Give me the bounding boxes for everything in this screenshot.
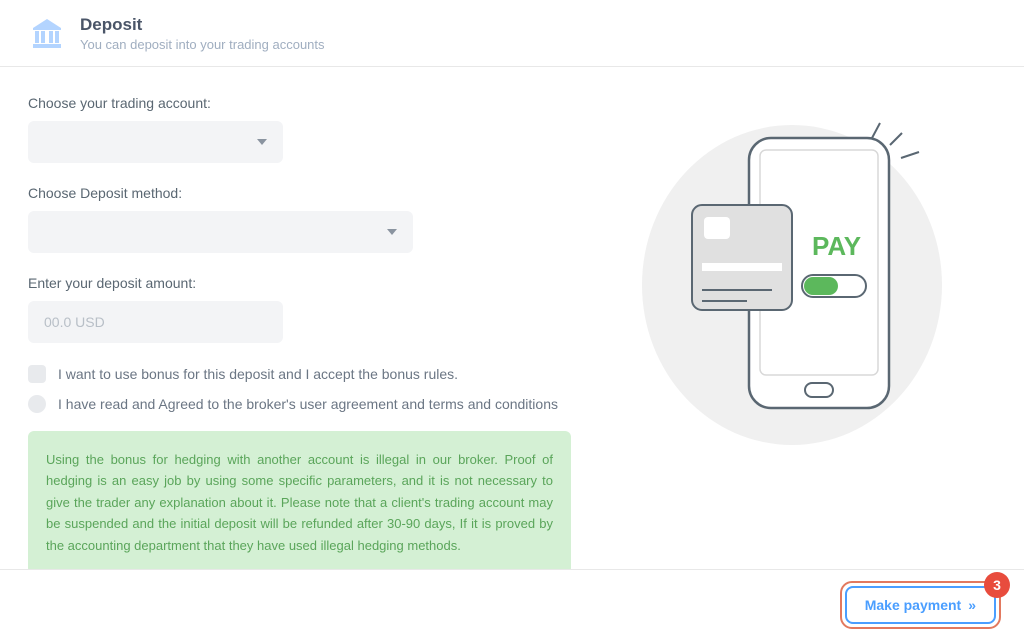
method-label: Choose Deposit method: bbox=[28, 185, 588, 201]
notice-text: Using the bonus for hedging with another… bbox=[46, 449, 553, 556]
double-arrow-icon: » bbox=[968, 597, 976, 613]
bonus-checkbox[interactable] bbox=[28, 365, 46, 383]
make-payment-button[interactable]: Make payment » bbox=[845, 586, 996, 624]
step-badge: 3 bbox=[984, 572, 1010, 598]
hedging-notice: Using the bonus for hedging with another… bbox=[28, 431, 571, 574]
chevron-down-icon bbox=[387, 229, 397, 235]
chevron-down-icon bbox=[257, 139, 267, 145]
account-select[interactable] bbox=[28, 121, 283, 163]
method-select[interactable] bbox=[28, 211, 413, 253]
page-footer: Make payment » 3 bbox=[0, 569, 1024, 640]
terms-checkbox-label: I have read and Agreed to the broker's u… bbox=[58, 396, 558, 412]
page-header: Deposit You can deposit into your tradin… bbox=[0, 0, 1024, 67]
terms-checkbox[interactable] bbox=[28, 395, 46, 413]
make-payment-label: Make payment bbox=[865, 597, 961, 613]
amount-input[interactable] bbox=[28, 301, 283, 343]
bank-icon bbox=[28, 14, 66, 52]
page-title: Deposit bbox=[80, 15, 325, 35]
payment-illustration: PAY bbox=[622, 105, 962, 445]
page-subtitle: You can deposit into your trading accoun… bbox=[80, 37, 325, 52]
account-label: Choose your trading account: bbox=[28, 95, 588, 111]
bonus-checkbox-label: I want to use bonus for this deposit and… bbox=[58, 366, 458, 382]
amount-label: Enter your deposit amount: bbox=[28, 275, 588, 291]
pay-text: PAY bbox=[812, 231, 861, 261]
